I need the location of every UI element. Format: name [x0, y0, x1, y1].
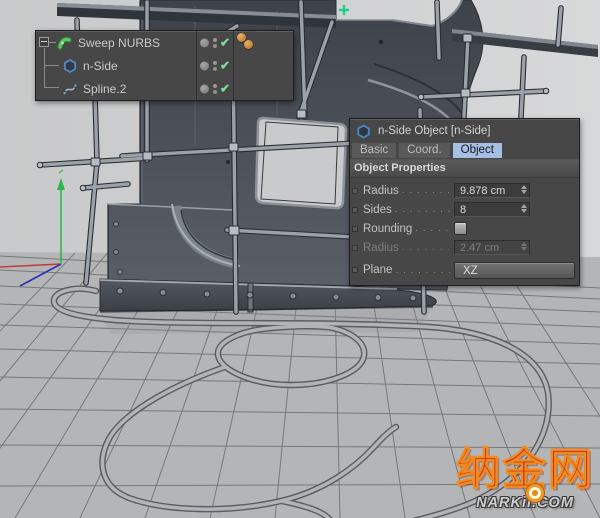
enabled-check-icon[interactable]: ✔: [220, 35, 230, 49]
object-label[interactable]: Spline.2: [83, 82, 126, 96]
object-row-sweep-nurbs[interactable]: Sweep NURBS ✔: [36, 31, 293, 54]
property-label: Sides: [363, 204, 392, 216]
anim-key-box[interactable]: [352, 188, 358, 194]
expand-toggle-icon[interactable]: [39, 37, 49, 47]
anim-key-box: [352, 245, 358, 251]
property-row-radius: Radius 9.878 cm: [350, 181, 579, 200]
section-header[interactable]: Object Properties: [350, 159, 579, 178]
tab-basic[interactable]: Basic: [352, 143, 396, 158]
object-row-n-side[interactable]: n-Side ✔: [36, 54, 293, 77]
property-rows: Radius 9.878 cm Sides 8: [350, 178, 579, 283]
anim-key-box[interactable]: [352, 207, 358, 213]
rounding-checkbox[interactable]: [454, 222, 467, 235]
enabled-check-icon[interactable]: ✔: [220, 58, 230, 72]
object-manager-panel: Sweep NURBS ✔ n-Side ✔: [35, 30, 294, 101]
visibility-dots-icon[interactable]: [213, 38, 217, 48]
property-label: Rounding: [363, 223, 412, 235]
dot-leader: [402, 185, 451, 196]
plane-dropdown[interactable]: XZ: [454, 262, 575, 279]
dot-leader: [415, 223, 451, 234]
tree-line: [49, 42, 56, 43]
layer-dot-icon[interactable]: [200, 61, 209, 70]
property-row-rounding-radius: Radius 2.47 cm: [350, 238, 579, 257]
panel-title: n-Side Object [n-Side]: [378, 125, 491, 137]
attribute-tabs: Basic Coord. Object: [350, 143, 579, 159]
visibility-dots-icon[interactable]: [213, 84, 217, 94]
property-label: Radius: [363, 242, 399, 254]
phong-tag-icons[interactable]: [237, 33, 257, 53]
sides-input[interactable]: 8: [454, 202, 530, 217]
visibility-dots-icon[interactable]: [213, 61, 217, 71]
c4d-viewport-window: Sweep NURBS ✔ n-Side ✔: [0, 0, 600, 518]
object-label[interactable]: n-Side: [83, 59, 118, 73]
dot-leader: [402, 242, 451, 253]
spinner-icon[interactable]: [521, 204, 527, 213]
property-row-rounding: Rounding: [350, 219, 579, 238]
spinner-icon[interactable]: [521, 185, 527, 194]
tab-coord[interactable]: Coord.: [399, 143, 450, 158]
attribute-title-bar[interactable]: n-Side Object [n-Side]: [350, 119, 579, 143]
property-label: Plane: [363, 264, 392, 276]
property-label: Radius: [363, 185, 399, 197]
tab-object[interactable]: Object: [453, 143, 502, 158]
radius-input[interactable]: 9.878 cm: [454, 183, 530, 198]
layer-dot-icon[interactable]: [200, 84, 209, 93]
object-row-spline2[interactable]: Spline.2 ✔: [36, 77, 293, 100]
attribute-manager-panel: n-Side Object [n-Side] Basic Coord. Obje…: [349, 118, 580, 286]
dot-leader: [395, 204, 451, 215]
dot-leader: [395, 265, 451, 276]
sweep-nurbs-icon: [57, 35, 73, 51]
enabled-check-icon[interactable]: ✔: [220, 81, 230, 95]
rounding-radius-input: 2.47 cm: [454, 240, 530, 255]
spline-icon: [62, 81, 78, 97]
n-side-icon: [356, 124, 371, 139]
anim-key-box[interactable]: [352, 267, 358, 273]
spinner-icon: [521, 242, 527, 251]
property-row-plane: Plane XZ: [350, 257, 579, 283]
anim-key-box[interactable]: [352, 226, 358, 232]
n-side-icon: [62, 58, 78, 74]
object-label[interactable]: Sweep NURBS: [78, 36, 160, 50]
layer-dot-icon[interactable]: [200, 38, 209, 47]
property-row-sides: Sides 8: [350, 200, 579, 219]
